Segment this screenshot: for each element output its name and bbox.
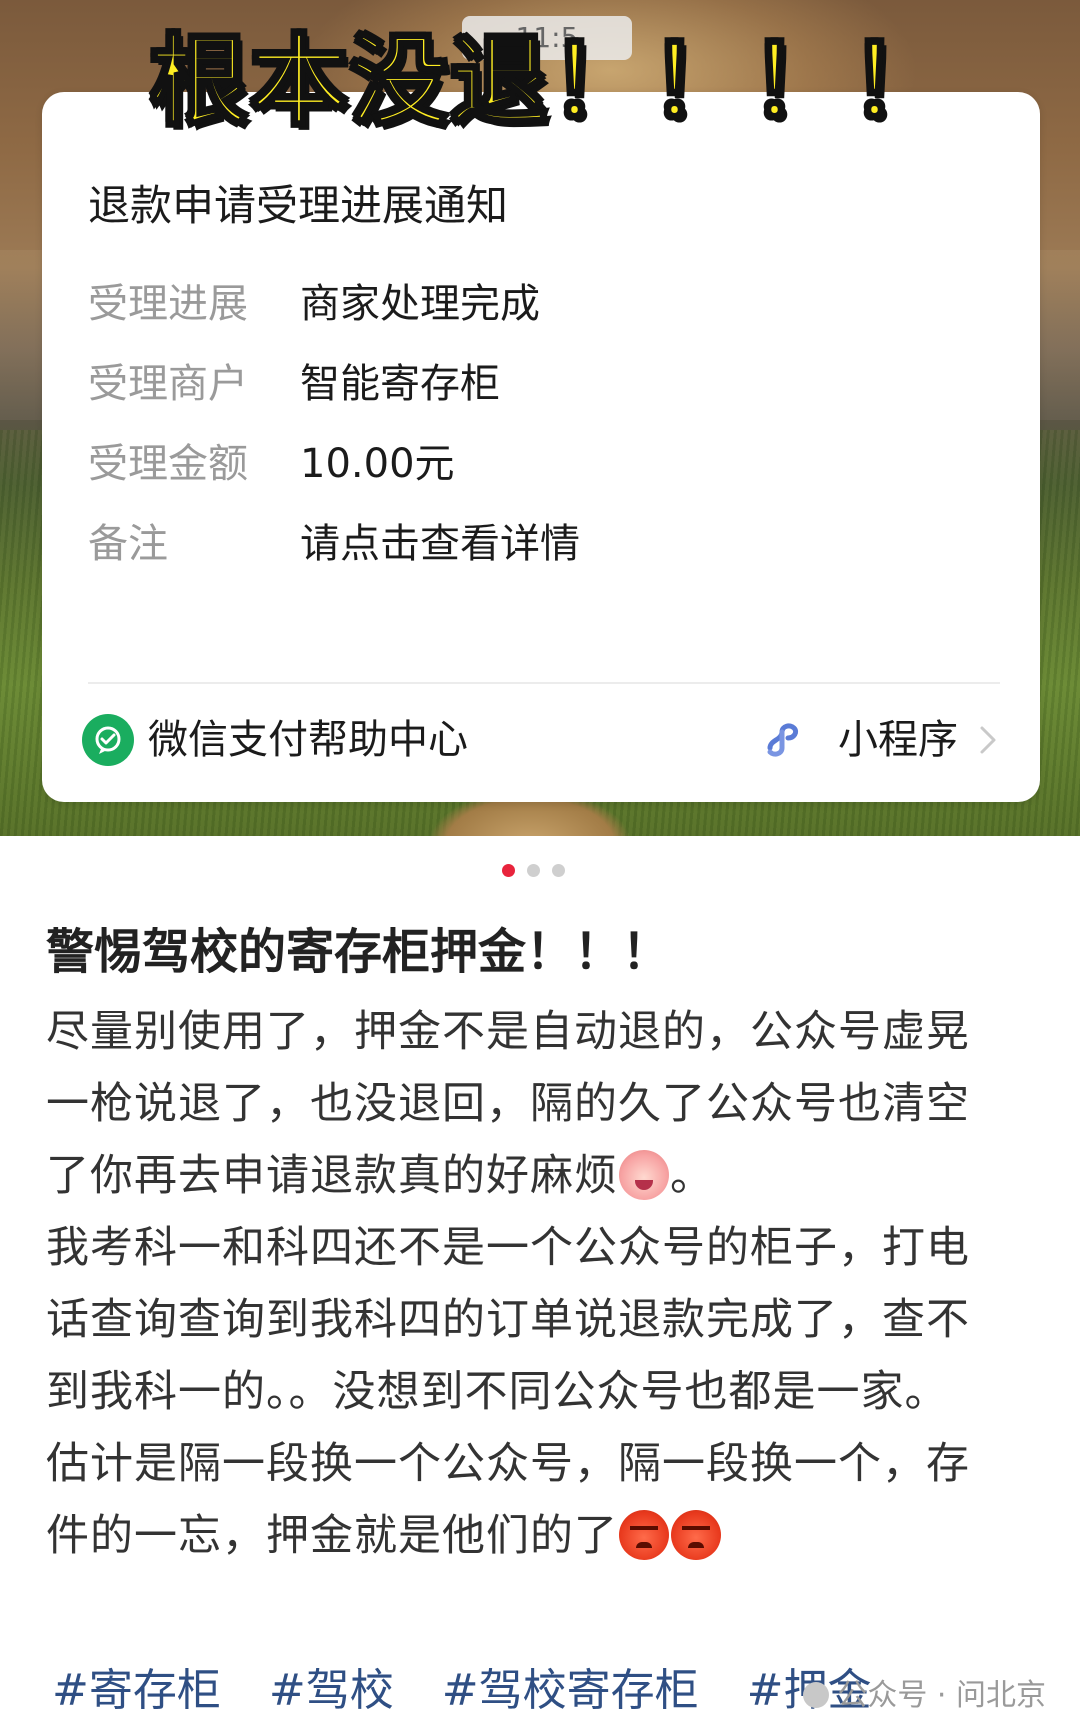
post-title: 警惕驾校的寄存柜押金！！！: [46, 924, 671, 980]
angry-face-emoji-icon: [671, 1510, 721, 1560]
post-line-suffix: 。: [670, 1151, 714, 1201]
post-line: 估计是隔一段换一个公众号，隔一段换一个，存: [46, 1439, 970, 1489]
post-line: 件的一忘，押金就是他们的了: [46, 1500, 1006, 1572]
hashtag-link[interactable]: #驾校寄存柜: [442, 1654, 699, 1718]
row-label: 受理商户: [88, 361, 248, 407]
card-divider: [88, 682, 1000, 684]
row-label: 备注: [88, 521, 168, 567]
sleepy-face-emoji-icon: [619, 1150, 669, 1200]
post-line: 话查询查询到我科四的订单说退款完成了，查不: [46, 1295, 970, 1345]
carousel-dot[interactable]: [502, 864, 515, 877]
banner-caption: 根本没退！！！！: [149, 24, 951, 141]
wechat-pay-help-icon: [82, 714, 134, 766]
post-line-text: 件的一忘，押金就是他们的了: [46, 1511, 618, 1561]
official-account-icon: [803, 1682, 830, 1708]
row-value: 商家处理完成: [300, 281, 540, 327]
watermark: 公众号 · 问北京: [803, 1670, 1046, 1714]
card-footer[interactable]: 微信支付帮助中心 小程序: [82, 708, 1002, 772]
hashtag-link[interactable]: #寄存柜: [52, 1654, 221, 1718]
mini-program-label[interactable]: 小程序: [838, 712, 958, 768]
row-value: 10.00元: [300, 441, 455, 487]
post-line: 一枪说退了，也没退回，隔的久了公众号也清空: [46, 1079, 970, 1129]
post-body: 尽量别使用了，押金不是自动退的，公众号虚晃 一枪说退了，也没退回，隔的久了公众号…: [46, 996, 1006, 1572]
post-line: 到我科一的。。没想到不同公众号也都是一家。: [46, 1367, 949, 1417]
carousel-dot[interactable]: [552, 864, 565, 877]
post-line: 尽量别使用了，押金不是自动退的，公众号虚晃: [46, 1007, 970, 1057]
notification-title: 退款申请受理进展通知: [88, 181, 509, 230]
row-value: 智能寄存柜: [300, 361, 500, 407]
row-label: 受理金额: [88, 441, 248, 487]
angry-face-emoji-icon: [619, 1510, 669, 1560]
account-name[interactable]: 微信支付帮助中心: [148, 712, 468, 768]
hashtag-list: #寄存柜 #驾校 #驾校寄存柜 #押金: [52, 1654, 906, 1718]
refund-notification-card[interactable]: 退款申请受理进展通知 受理进展 商家处理完成 受理商户 智能寄存柜 受理金额 1…: [42, 92, 1040, 802]
row-label: 受理进展: [88, 281, 248, 327]
hashtag-link[interactable]: #驾校: [269, 1654, 394, 1718]
carousel-dot[interactable]: [527, 864, 540, 877]
watermark-text: 公众号 · 问北京: [837, 1678, 1046, 1713]
post-line: 我考科一和科四还不是一个公众号的柜子，打电: [46, 1223, 970, 1273]
hero-photo: 11:5 退款申请受理进展通知 受理进展 商家处理完成 受理商户 智能寄存柜 受…: [0, 0, 1080, 836]
mini-program-link-icon: [762, 718, 806, 766]
post-line: 了你再去申请退款真的好麻烦 。: [46, 1140, 1006, 1212]
row-value: 请点击查看详情: [300, 521, 580, 567]
chevron-right-icon: [976, 722, 1000, 762]
post-line-text: 了你再去申请退款真的好麻烦: [46, 1151, 618, 1201]
